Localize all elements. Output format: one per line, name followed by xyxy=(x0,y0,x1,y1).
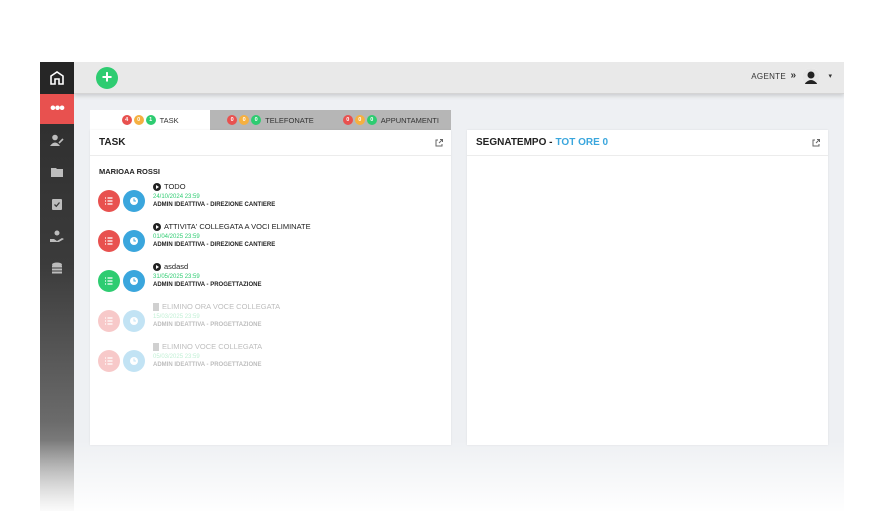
task-date: 31/05/2025 23:59 xyxy=(153,274,200,280)
task-row[interactable]: ELIMINO ORA VOCE COLLEGATA 15/03/2025 23… xyxy=(98,302,438,338)
hand-user-icon xyxy=(50,230,64,242)
task-title: TODO xyxy=(164,182,186,191)
task-admin: ADMIN IDEATTIVA - PROGETTAZIONE xyxy=(153,322,262,328)
play-icon xyxy=(153,222,161,231)
count-badge-red: 0 xyxy=(227,115,238,125)
clock-button[interactable] xyxy=(123,310,145,332)
list-button[interactable] xyxy=(98,230,120,252)
task-title-row[interactable]: TODO xyxy=(153,182,186,191)
count-badge-green: 0 xyxy=(366,115,377,125)
segnatempo-panel: SEGNATEMPO - TOT ORE 0 xyxy=(467,130,828,445)
panel-title: SEGNATEMPO - xyxy=(476,137,553,148)
clock-button[interactable] xyxy=(123,270,145,292)
plus-icon: + xyxy=(101,67,113,87)
list-icon xyxy=(105,237,113,245)
app-window: ••• + AGENTE » ▾ 4 0 1 TASK 0 0 0 TELEFO… xyxy=(40,62,844,511)
avatar[interactable] xyxy=(802,68,820,86)
list-button[interactable] xyxy=(98,270,120,292)
chevron-down-icon[interactable]: ▾ xyxy=(828,72,832,80)
task-title-row[interactable]: ELIMINO ORA VOCE COLLEGATA xyxy=(153,302,280,311)
task-admin: ADMIN IDEATTIVA - PROGETTAZIONE xyxy=(153,362,262,368)
total-hours: TOT ORE 0 xyxy=(555,137,609,148)
task-title: ELIMINO ORA VOCE COLLEGATA xyxy=(162,302,281,311)
clock-icon xyxy=(130,317,138,325)
task-title: asdasd xyxy=(164,262,189,271)
sidebar: ••• xyxy=(40,62,74,511)
task-date: 15/03/2025 23:59 xyxy=(153,314,200,320)
list-icon xyxy=(105,197,113,205)
task-row[interactable]: ELIMINO VOCE COLLEGATA 05/03/2025 23:59 … xyxy=(98,342,438,378)
count-badge-yellow: 0 xyxy=(354,115,365,125)
task-admin: ADMIN IDEATTIVA - DIREZIONE CANTIERE xyxy=(153,202,276,208)
tab-appuntamenti[interactable]: 0 0 0 APPUNTAMENTI xyxy=(331,110,451,130)
tab-label: TELEFONATE xyxy=(265,115,314,125)
add-button[interactable]: + xyxy=(96,67,118,89)
task-date: 05/03/2025 23:59 xyxy=(153,354,200,360)
agent-label[interactable]: AGENTE xyxy=(751,72,786,81)
document-icon xyxy=(153,302,159,311)
task-date: 01/04/2025 23:59 xyxy=(153,234,200,240)
play-icon xyxy=(153,182,161,191)
task-title-row[interactable]: asdasd xyxy=(153,262,188,271)
tab-task[interactable]: 4 0 1 TASK xyxy=(90,110,211,130)
more-symbol: ••• xyxy=(50,100,65,117)
count-badge-yellow: 0 xyxy=(239,115,250,125)
tab-telefonate[interactable]: 0 0 0 TELEFONATE xyxy=(210,110,330,130)
clock-icon xyxy=(130,237,138,245)
top-bar: + AGENTE » ▾ xyxy=(74,62,844,94)
sidebar-item-clients[interactable] xyxy=(40,220,74,252)
list-button[interactable] xyxy=(98,310,120,332)
count-badge-yellow: 0 xyxy=(133,115,144,125)
external-link-icon[interactable] xyxy=(435,139,443,147)
sidebar-item-folders[interactable] xyxy=(40,156,74,188)
document-icon xyxy=(153,342,159,351)
task-row[interactable]: ATTIVITA' COLLEGATA A VOCI ELIMINATE 01/… xyxy=(98,222,438,258)
task-title-row[interactable]: ATTIVITA' COLLEGATA A VOCI ELIMINATE xyxy=(153,222,311,231)
home-logo-icon[interactable] xyxy=(40,62,74,94)
task-title-row[interactable]: ELIMINO VOCE COLLEGATA xyxy=(153,342,262,351)
list-icon xyxy=(105,277,113,285)
count-badge-green: 1 xyxy=(145,115,156,125)
list-icon xyxy=(105,317,113,325)
task-title: ELIMINO VOCE COLLEGATA xyxy=(162,342,263,351)
sidebar-item-tasks[interactable] xyxy=(40,188,74,220)
clock-icon xyxy=(130,277,138,285)
panel-header: TASK xyxy=(90,130,451,156)
clock-button[interactable] xyxy=(123,190,145,212)
tab-label: APPUNTAMENTI xyxy=(380,115,439,125)
sidebar-item-finance[interactable] xyxy=(40,252,74,284)
clock-button[interactable] xyxy=(123,230,145,252)
list-button[interactable] xyxy=(98,350,120,372)
folder-icon xyxy=(51,168,63,177)
more-icon[interactable]: ••• xyxy=(40,94,74,124)
task-owner: MARIOAA ROSSI xyxy=(99,167,160,176)
panel-title: TASK xyxy=(99,137,126,148)
sidebar-item-users[interactable] xyxy=(40,124,74,156)
clock-icon xyxy=(130,357,138,365)
clock-button[interactable] xyxy=(123,350,145,372)
count-badge-red: 4 xyxy=(121,115,132,125)
list-icon xyxy=(105,357,113,365)
external-link-icon[interactable] xyxy=(812,139,820,147)
panel-header: SEGNATEMPO - TOT ORE 0 xyxy=(467,130,828,156)
list-button[interactable] xyxy=(98,190,120,212)
task-row[interactable]: asdasd 31/05/2025 23:59 ADMIN IDEATTIVA … xyxy=(98,262,438,298)
clock-icon xyxy=(130,197,138,205)
tab-bar: 4 0 1 TASK 0 0 0 TELEFONATE 0 0 0 APPUNT… xyxy=(90,110,451,130)
task-panel: TASK MARIOAA ROSSI TODO 24/10/2024 23:59… xyxy=(90,130,451,445)
play-icon xyxy=(153,262,161,271)
tab-label: TASK xyxy=(159,115,179,125)
double-chevron-right-icon[interactable]: » xyxy=(790,70,796,81)
task-admin: ADMIN IDEATTIVA - PROGETTAZIONE xyxy=(153,282,262,288)
clipboard-check-icon xyxy=(52,199,62,210)
task-row[interactable]: TODO 24/10/2024 23:59 ADMIN IDEATTIVA - … xyxy=(98,182,438,218)
count-badge-green: 0 xyxy=(251,115,262,125)
coins-icon xyxy=(52,262,62,274)
task-admin: ADMIN IDEATTIVA - DIREZIONE CANTIERE xyxy=(153,242,276,248)
task-date: 24/10/2024 23:59 xyxy=(153,194,200,200)
task-title: ATTIVITA' COLLEGATA A VOCI ELIMINATE xyxy=(164,222,311,231)
count-badge-red: 0 xyxy=(342,115,353,125)
user-edit-icon xyxy=(50,134,64,146)
